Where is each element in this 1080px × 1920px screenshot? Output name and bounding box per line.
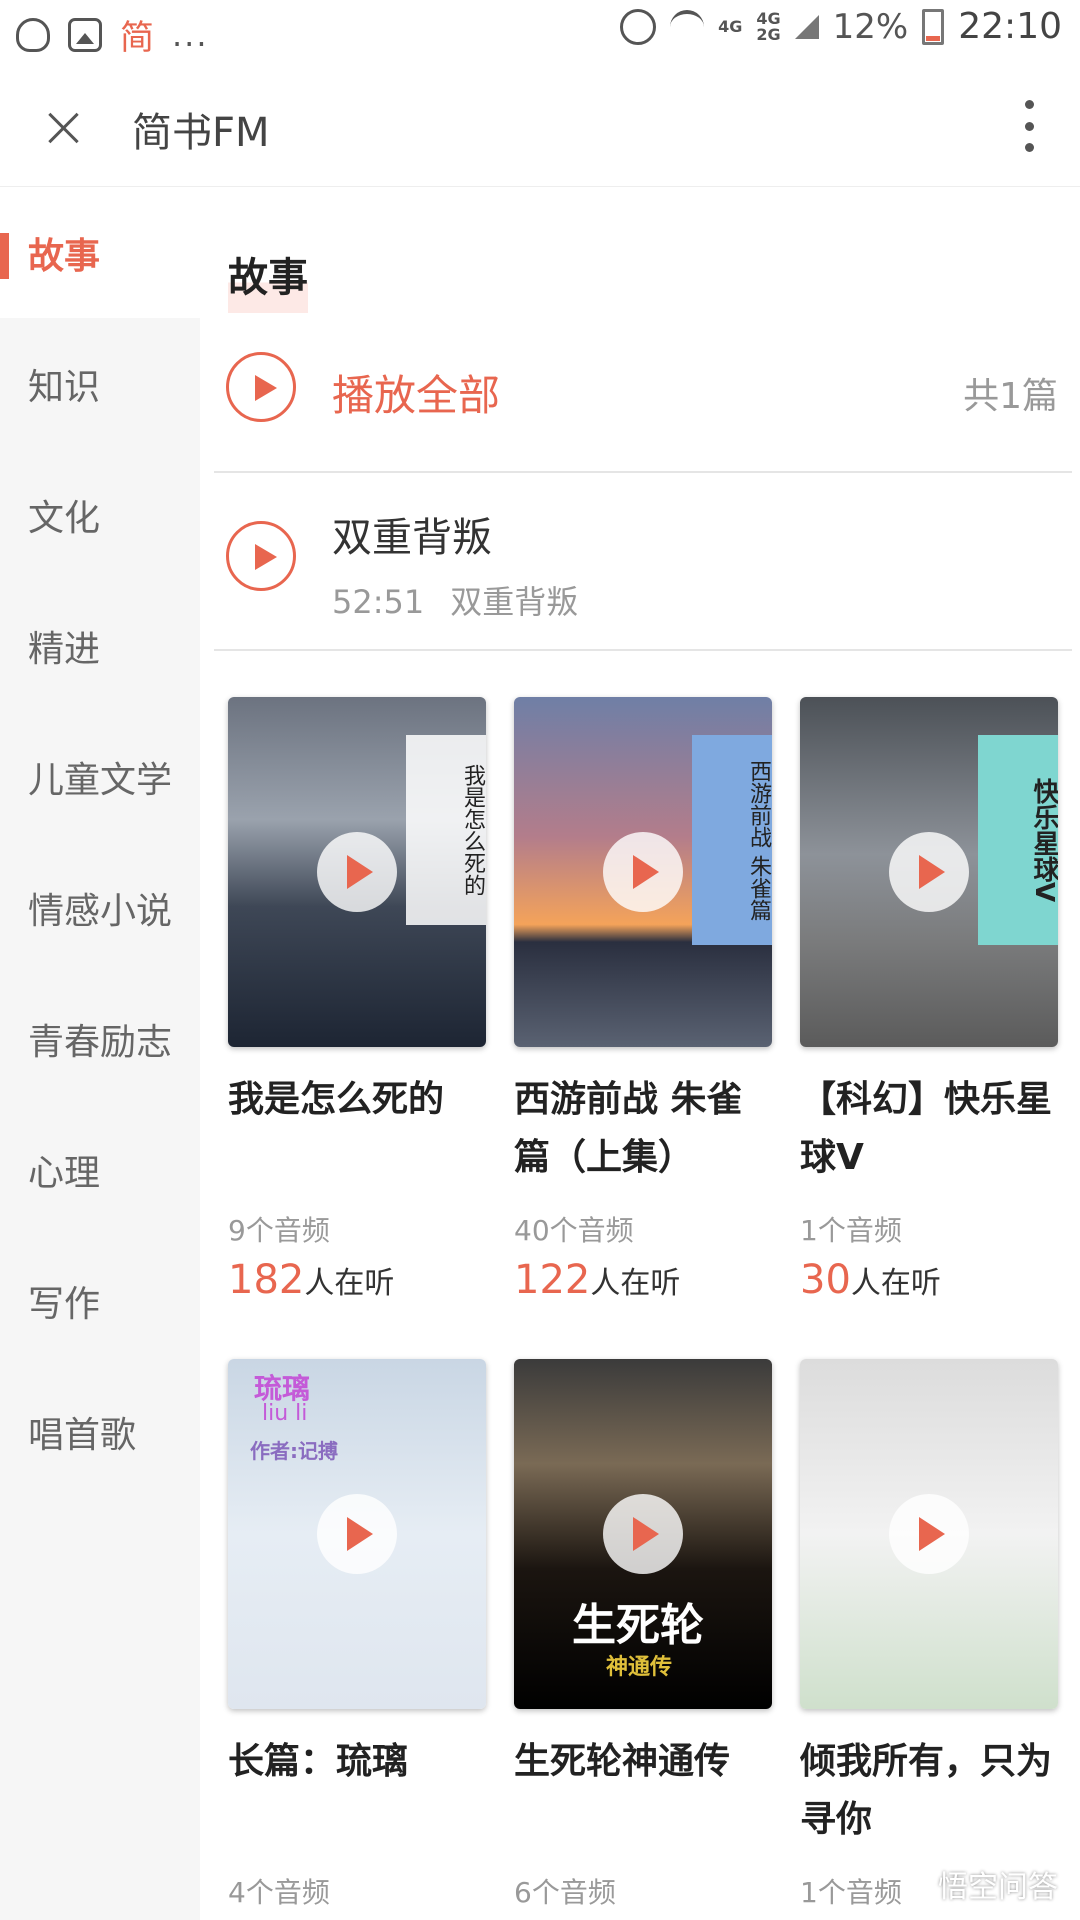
book-cover[interactable] bbox=[800, 1359, 1058, 1709]
more-options-icon[interactable] bbox=[1012, 100, 1046, 152]
book-audio-count: 1个音频 bbox=[800, 1214, 902, 1247]
listener-suffix: 人在听 bbox=[850, 1266, 941, 1301]
status-left: 简 ... bbox=[16, 10, 209, 59]
book-cover[interactable]: 西游前战 朱雀篇 bbox=[514, 697, 772, 1047]
book-listeners: 122人在听 bbox=[514, 1257, 772, 1303]
close-icon[interactable] bbox=[38, 102, 90, 154]
track-title[interactable]: 双重背叛 bbox=[332, 505, 492, 563]
cover-author: 作者:记搏 bbox=[250, 1439, 338, 1463]
clock: 22:10 bbox=[958, 6, 1062, 47]
listener-suffix: 人在听 bbox=[304, 1266, 395, 1301]
battery-icon bbox=[922, 8, 945, 45]
track-subtitle: 双重背叛 bbox=[450, 583, 579, 621]
book-card[interactable]: 生死轮 神通传 生死轮神通传 6个音频 bbox=[514, 1359, 772, 1911]
listener-number: 30 bbox=[800, 1257, 851, 1303]
track-duration: 52:51 bbox=[332, 583, 425, 621]
book-card[interactable]: 我是怎么死的 我是怎么死的 9个音频 182人在听 bbox=[228, 697, 486, 1303]
play-icon[interactable] bbox=[889, 832, 969, 912]
book-listeners: 30人在听 bbox=[800, 1257, 1058, 1303]
book-title[interactable]: 倾我所有，只为寻你 bbox=[800, 1733, 1058, 1849]
page-title: 简书FM bbox=[132, 110, 270, 156]
track-meta: 52:51 双重背叛 bbox=[332, 577, 604, 623]
cover-subtitle: 神通传 bbox=[606, 1655, 673, 1680]
play-icon[interactable] bbox=[603, 1494, 683, 1574]
sidebar-item-story[interactable]: 故事 bbox=[0, 187, 200, 318]
sidebar-item-knowledge[interactable]: 知识 bbox=[0, 318, 200, 449]
cover-title: 快乐星球V bbox=[978, 735, 1058, 945]
image-icon bbox=[68, 17, 102, 52]
status-bar: 简 ... 4G 4G 2G 12% 22:10 bbox=[0, 0, 1080, 66]
book-audio-count: 40个音频 bbox=[514, 1214, 634, 1247]
network-label-3: 2G bbox=[756, 24, 781, 44]
listener-suffix: 人在听 bbox=[590, 1266, 681, 1301]
play-icon[interactable] bbox=[317, 1494, 397, 1574]
network-label: 4G bbox=[718, 16, 743, 36]
play-all-icon[interactable] bbox=[226, 352, 296, 422]
category-sidebar: 故事 知识 文化 精进 儿童文学 情感小说 青春励志 心理 写作 唱首歌 bbox=[0, 187, 200, 1920]
book-cover[interactable]: 快乐星球V bbox=[800, 697, 1058, 1047]
play-icon[interactable] bbox=[603, 832, 683, 912]
sidebar-item-children[interactable]: 儿童文学 bbox=[0, 711, 200, 842]
status-right: 4G 4G 2G 12% 22:10 bbox=[620, 6, 1062, 47]
book-audio-count: 9个音频 bbox=[228, 1214, 330, 1247]
sidebar-item-youth[interactable]: 青春励志 bbox=[0, 973, 200, 1104]
book-title[interactable]: 长篇：琉璃 bbox=[228, 1733, 486, 1849]
sidebar-item-progress[interactable]: 精进 bbox=[0, 580, 200, 711]
signal-icon bbox=[794, 14, 819, 39]
title-bar: 简书FM bbox=[0, 66, 1080, 187]
cover-title: 我是怎么死的 bbox=[406, 735, 486, 925]
cover-subtitle: liu li bbox=[262, 1401, 308, 1426]
book-audio-count: 4个音频 bbox=[228, 1876, 330, 1909]
book-title[interactable]: 【科幻】快乐星球V bbox=[800, 1071, 1058, 1187]
divider bbox=[214, 471, 1072, 473]
sidebar-item-culture[interactable]: 文化 bbox=[0, 449, 200, 580]
alarm-icon bbox=[620, 8, 657, 45]
watermark-label: 悟空问答 bbox=[938, 1870, 1058, 1905]
play-icon[interactable] bbox=[317, 832, 397, 912]
divider bbox=[214, 649, 1072, 651]
battery-percent: 12% bbox=[832, 6, 909, 47]
app-notification-label: 简 bbox=[120, 18, 154, 58]
overflow-indicator: ... bbox=[172, 15, 209, 54]
book-title[interactable]: 生死轮神通传 bbox=[514, 1733, 772, 1849]
track-play-icon[interactable] bbox=[226, 521, 296, 591]
play-all-button[interactable]: 播放全部 bbox=[332, 362, 500, 423]
main-content: 故事 播放全部 共1篇 双重背叛 52:51 双重背叛 我是怎么死的 我是怎么死的… bbox=[200, 187, 1080, 1920]
book-cover[interactable]: 生死轮 神通传 bbox=[514, 1359, 772, 1709]
listener-number: 122 bbox=[514, 1257, 591, 1303]
book-cover[interactable]: 我是怎么死的 bbox=[228, 697, 486, 1047]
total-count: 共1篇 bbox=[963, 376, 1058, 417]
shield-icon bbox=[16, 17, 50, 52]
book-listeners: 182人在听 bbox=[228, 1257, 486, 1303]
book-title[interactable]: 西游前战 朱雀篇（上集） bbox=[514, 1071, 772, 1187]
book-card[interactable]: 西游前战 朱雀篇 西游前战 朱雀篇（上集） 40个音频 122人在听 bbox=[514, 697, 772, 1303]
listener-number: 182 bbox=[228, 1257, 305, 1303]
book-card[interactable]: 快乐星球V 【科幻】快乐星球V 1个音频 30人在听 bbox=[800, 697, 1058, 1303]
section-title: 故事 bbox=[228, 245, 308, 313]
book-cover[interactable]: 琉璃 liu li 作者:记搏 bbox=[228, 1359, 486, 1709]
sidebar-item-song[interactable]: 唱首歌 bbox=[0, 1366, 200, 1497]
book-title[interactable]: 我是怎么死的 bbox=[228, 1071, 486, 1187]
play-icon[interactable] bbox=[889, 1494, 969, 1574]
book-audio-count: 6个音频 bbox=[514, 1876, 616, 1909]
cover-title: 西游前战 朱雀篇 bbox=[692, 735, 772, 945]
sidebar-item-romance[interactable]: 情感小说 bbox=[0, 842, 200, 973]
book-card[interactable]: 倾我所有，只为寻你 1个音频 bbox=[800, 1359, 1058, 1911]
sidebar-item-writing[interactable]: 写作 bbox=[0, 1235, 200, 1366]
network-stack: 4G 2G bbox=[756, 10, 781, 44]
sidebar-item-psychology[interactable]: 心理 bbox=[0, 1104, 200, 1235]
cover-title: 生死轮 bbox=[572, 1600, 704, 1651]
wifi-icon bbox=[670, 9, 705, 44]
book-card[interactable]: 琉璃 liu li 作者:记搏 长篇：琉璃 4个音频 bbox=[228, 1359, 486, 1911]
